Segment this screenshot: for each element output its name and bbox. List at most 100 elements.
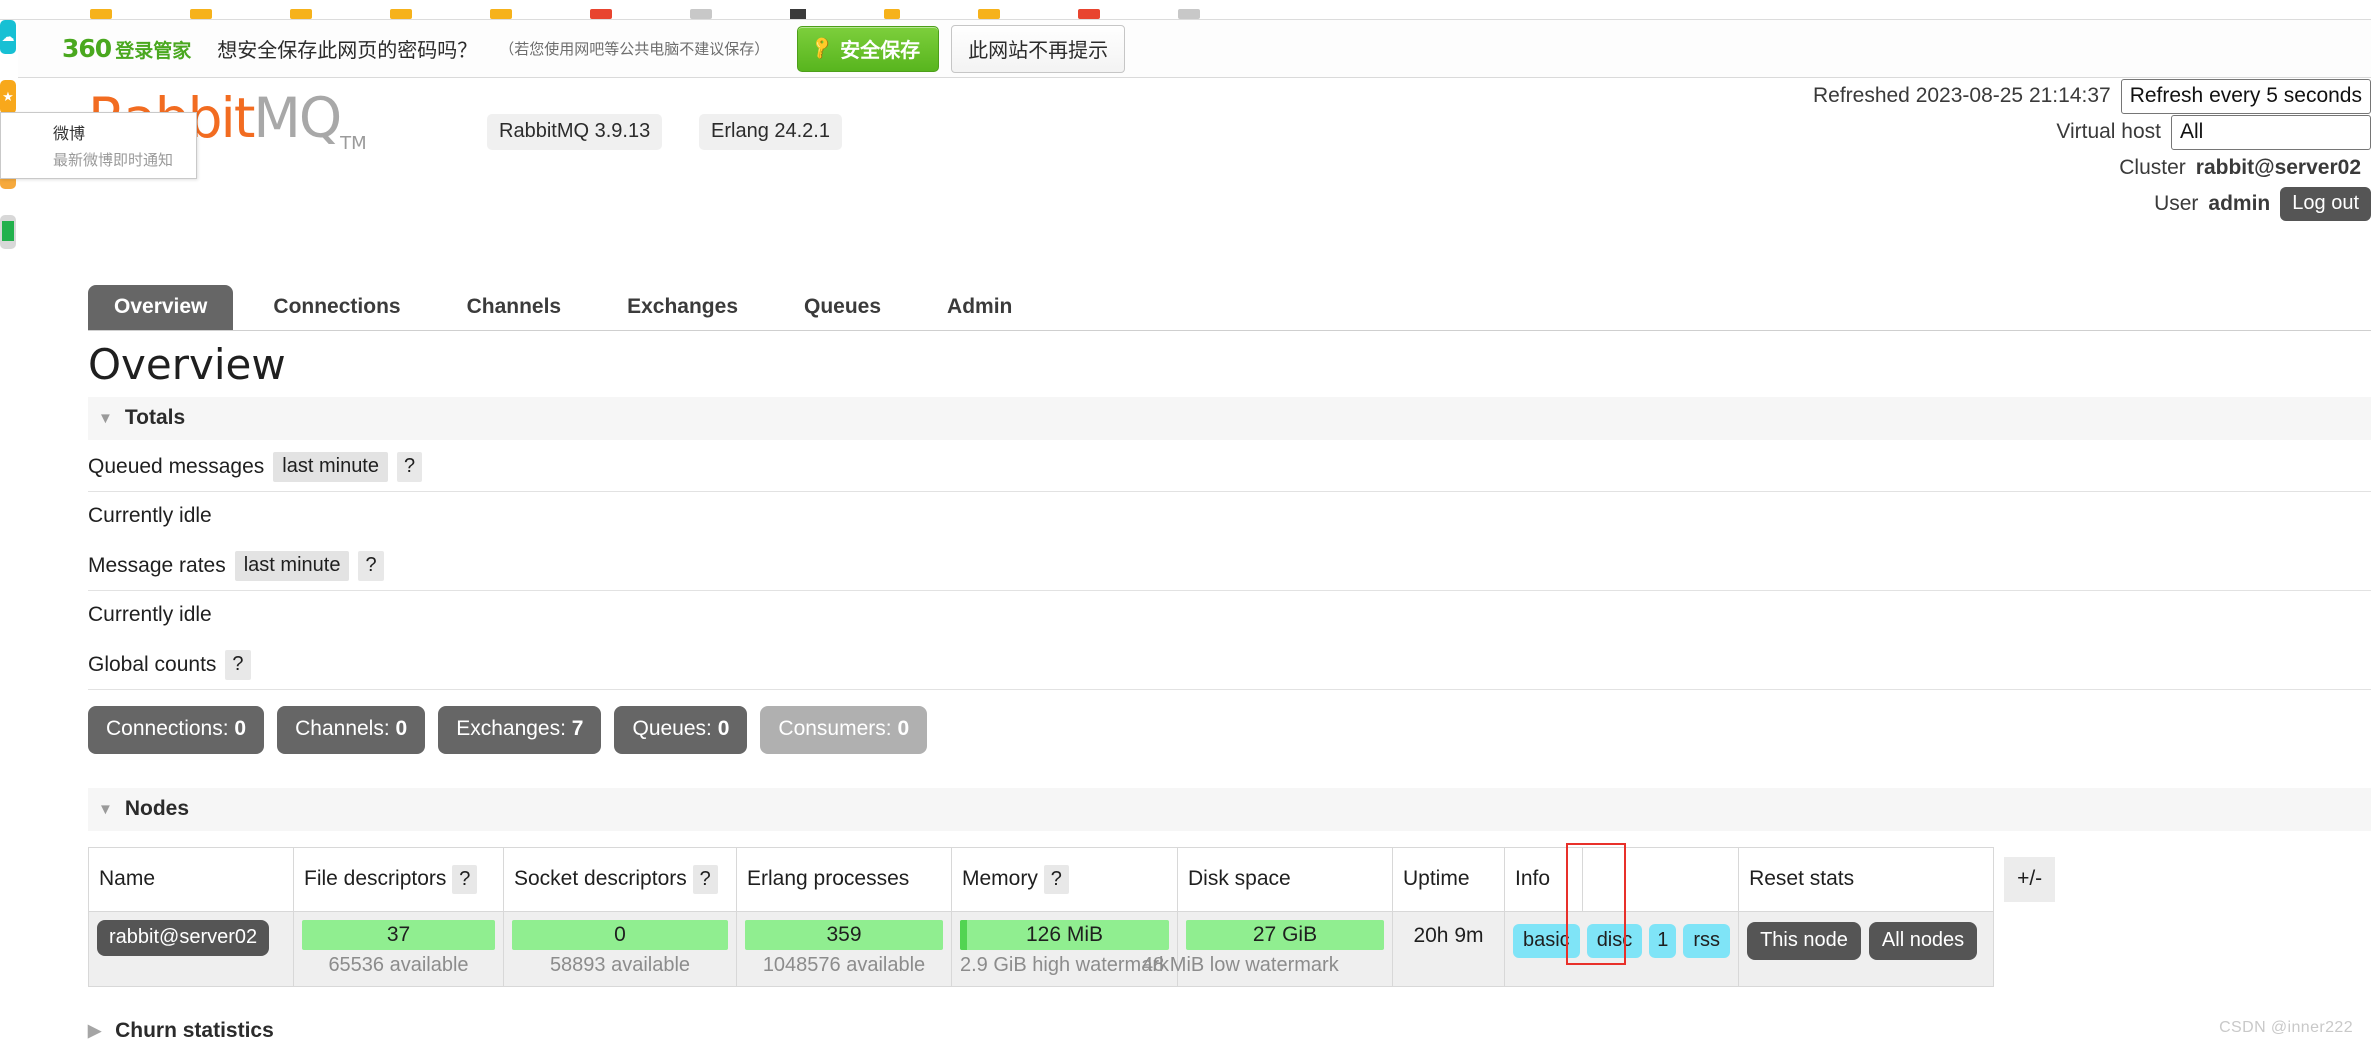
user-value: admin	[2208, 192, 2271, 215]
erlang-processes-sub: 1048576 available	[762, 954, 926, 976]
nodes-table-header-row: Name File descriptors ? Socket descripto…	[88, 847, 2066, 912]
refresh-interval-select[interactable]: Refresh every 5 seconds	[2120, 78, 2371, 114]
star-favorites-icon[interactable]: ★	[0, 80, 16, 114]
cell-file-descriptors: 37 65536 available	[293, 911, 504, 987]
browser-bookmark-bar[interactable]	[0, 0, 2371, 20]
col-file-descriptors[interactable]: File descriptors ?	[293, 847, 504, 912]
tab-queues[interactable]: Queues	[778, 285, 907, 330]
message-rates-status: Currently idle	[88, 603, 212, 626]
section-totals-header[interactable]: ▼ Totals	[88, 397, 2371, 440]
global-counts-help-icon[interactable]: ?	[225, 650, 251, 680]
disk-space-value: 27 GiB	[1252, 923, 1318, 946]
cell-uptime: 20h 9m	[1391, 911, 1505, 987]
count-queues-button[interactable]: Queues: 0	[614, 706, 748, 754]
memory-sub: 2.9 GiB high watermark	[960, 954, 1169, 976]
col-uptime[interactable]: Uptime	[1391, 847, 1505, 912]
tab-channels[interactable]: Channels	[441, 285, 588, 330]
tab-exchanges[interactable]: Exchanges	[601, 285, 764, 330]
bookmark-icon[interactable]	[590, 9, 612, 19]
logo-text-mq: MQ	[253, 86, 342, 150]
bookmark-icon[interactable]	[1178, 9, 1200, 19]
cluster-label: Cluster	[2119, 156, 2186, 179]
logout-button[interactable]: Log out	[2280, 187, 2371, 221]
col-plus-minus: +/-	[1994, 848, 2066, 912]
file-descriptors-help-icon[interactable]: ?	[452, 865, 478, 894]
global-counts-row: Global counts ?	[88, 638, 2371, 690]
col-name[interactable]: Name	[88, 847, 294, 912]
reset-this-node-button[interactable]: This node	[1747, 922, 1861, 960]
queued-messages-help-icon[interactable]: ?	[397, 452, 423, 482]
tab-connections[interactable]: Connections	[247, 285, 426, 330]
cluster-row: Cluster rabbit@server02	[1813, 150, 2371, 186]
save-password-button[interactable]: 🔑 安全保存	[797, 25, 940, 72]
refresh-row: Refreshed 2023-08-25 21:14:37 Refresh ev…	[1813, 78, 2371, 114]
queued-messages-period[interactable]: last minute	[273, 452, 388, 482]
brand-360-number: 360	[62, 34, 112, 63]
col-memory[interactable]: Memory ?	[951, 847, 1178, 912]
col-disk-space[interactable]: Disk space	[1176, 847, 1393, 912]
memory-help-icon[interactable]: ?	[1043, 865, 1069, 894]
message-rates-help-icon[interactable]: ?	[358, 551, 384, 581]
tab-admin[interactable]: Admin	[921, 285, 1038, 330]
app-root: ☁ ★ ⦿ 360登录管家 想安全保存此网页的密码吗？ （若您使用网吧等公共电脑…	[0, 0, 2371, 1045]
nodes-table-wrapper: Name File descriptors ? Socket descripto…	[88, 843, 2371, 987]
cell-erlang-processes: 359 1048576 available	[736, 911, 952, 987]
bookmark-icon[interactable]	[490, 9, 512, 19]
password-save-question: 想安全保存此网页的密码吗？	[217, 40, 478, 62]
file-descriptors-sub: 65536 available	[328, 954, 469, 976]
socket-descriptors-help-icon[interactable]: ?	[692, 865, 718, 894]
message-rates-label: Message rates	[88, 554, 226, 577]
refreshed-timestamp: Refreshed 2023-08-25 21:14:37	[1812, 84, 2111, 107]
node-name-link[interactable]: rabbit@server02	[97, 920, 270, 956]
csdn-watermark: CSDN @inner222	[2219, 1019, 2353, 1036]
bookmark-icon[interactable]	[884, 9, 900, 19]
page-title: Overview	[88, 340, 286, 389]
disk-space-sub: 48 MiB low watermark	[1141, 954, 1339, 976]
section-nodes-label: Nodes	[124, 797, 190, 820]
main-nav-tabs: Overview Connections Channels Exchanges …	[88, 285, 2371, 331]
header-status-block: Refreshed 2023-08-25 21:14:37 Refresh ev…	[1813, 78, 2371, 222]
count-exchanges-button[interactable]: Exchanges: 7	[438, 706, 602, 754]
cell-socket-descriptors: 0 58893 available	[503, 911, 737, 987]
erlang-processes-value: 359	[826, 923, 862, 946]
bookmark-icon[interactable]	[1078, 9, 1100, 19]
info-badge-count[interactable]: 1	[1649, 924, 1677, 958]
bookmark-icon[interactable]	[690, 9, 712, 19]
weibo-tooltip-popup: 微博 最新微博即时通知	[0, 112, 197, 179]
vhost-select[interactable]: All	[2171, 114, 2371, 150]
bookmark-icon[interactable]	[290, 9, 312, 19]
save-password-label: 安全保存	[840, 39, 921, 62]
col-socket-descriptors[interactable]: Socket descriptors ?	[503, 847, 737, 912]
bookmark-icon[interactable]	[390, 9, 412, 19]
info-badge-basic[interactable]: basic	[1512, 924, 1580, 958]
section-churn-label: Churn statistics	[115, 1019, 274, 1042]
bookmark-icon[interactable]	[790, 9, 806, 19]
count-connections-button[interactable]: Connections: 0	[88, 706, 265, 754]
bookmark-icon[interactable]	[190, 9, 212, 19]
erlang-processes-bar: 359	[745, 920, 943, 950]
col-info: Info	[1503, 847, 1583, 912]
info-badge-rss[interactable]: rss	[1683, 924, 1731, 958]
col-erlang-processes[interactable]: Erlang processes	[736, 847, 952, 912]
section-churn-statistics[interactable]: ▶ Churn statistics	[88, 1019, 2371, 1043]
cell-info: basic disc 1 rss	[1503, 911, 1740, 987]
section-nodes-header[interactable]: ▼ Nodes	[88, 788, 2371, 831]
cyan-app-icon[interactable]: ☁	[0, 20, 16, 54]
col-info-spacer	[1581, 847, 1740, 912]
never-ask-button[interactable]: 此网站不再提示	[951, 24, 1126, 73]
brand-360-logo: 360 登录管家	[62, 34, 191, 63]
tab-overview[interactable]: Overview	[88, 285, 234, 330]
toggle-columns-button[interactable]: +/-	[2004, 856, 2056, 902]
nodes-table: Name File descriptors ? Socket descripto…	[88, 847, 2066, 987]
green-mail-icon[interactable]	[0, 215, 16, 249]
count-channels-button[interactable]: Channels: 0	[277, 706, 426, 754]
bookmark-icon[interactable]	[90, 9, 112, 19]
bookmark-icon[interactable]	[978, 9, 1000, 19]
global-counts-buttons: Connections: 0 Channels: 0 Exchanges: 7 …	[88, 706, 2371, 754]
vhost-label: Virtual host	[2056, 120, 2161, 143]
reset-all-nodes-button[interactable]: All nodes	[1868, 922, 1978, 960]
message-rates-period[interactable]: last minute	[234, 551, 350, 581]
info-badge-disc[interactable]: disc	[1586, 924, 1643, 958]
count-consumers-button[interactable]: Consumers: 0	[760, 706, 928, 754]
queued-messages-status: Currently idle	[88, 504, 212, 527]
